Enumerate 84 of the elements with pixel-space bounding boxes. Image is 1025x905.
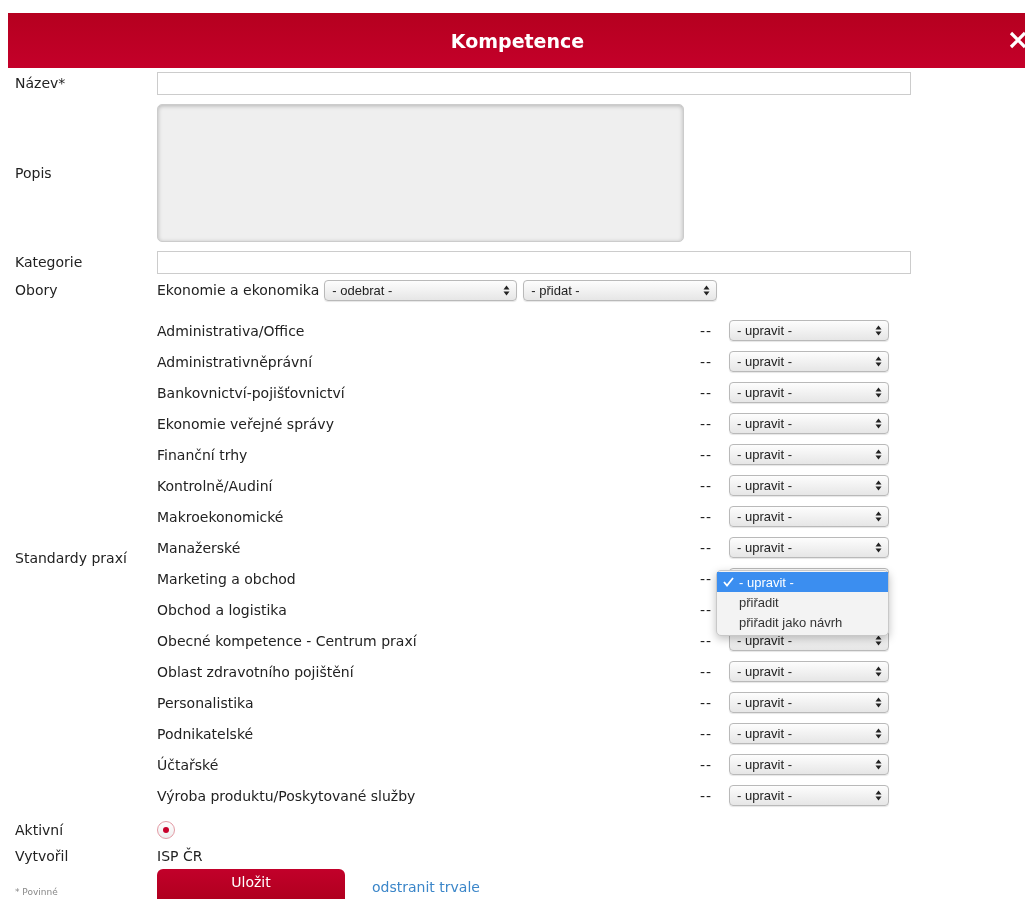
dropdown-arrows-icon bbox=[875, 418, 883, 429]
checkmark-icon bbox=[723, 577, 734, 587]
dropdown[interactable]: - upravit - bbox=[729, 723, 890, 744]
dropdown[interactable]: - upravit - bbox=[729, 661, 890, 682]
dash-text: -- bbox=[700, 601, 713, 618]
field-value: ISP ČR bbox=[157, 848, 203, 864]
standard-name: Obchod a logistika bbox=[157, 601, 288, 618]
dash-text: -- bbox=[700, 694, 713, 711]
field-label: Popis bbox=[15, 165, 52, 181]
field-label: Obory bbox=[15, 282, 58, 298]
dash-text: -- bbox=[700, 477, 713, 494]
dropdown[interactable]: - upravit - bbox=[729, 413, 890, 434]
dash-text: -- bbox=[700, 756, 713, 773]
save-button[interactable]: Uložit bbox=[157, 869, 345, 899]
field-label: Kategorie bbox=[15, 254, 83, 270]
dropdown-arrows-icon bbox=[875, 387, 883, 398]
delete-link[interactable]: odstranit trvale bbox=[372, 879, 480, 899]
dropdown[interactable]: - přidat - bbox=[523, 279, 718, 301]
dropdown-arrows-icon bbox=[875, 325, 883, 336]
standard-name: Bankovnictví-pojišťovnictví bbox=[157, 384, 346, 401]
field-label: Standardy praxí bbox=[15, 549, 127, 566]
standard-name: Administrativa/Office bbox=[157, 322, 306, 339]
dropdown[interactable]: - upravit - bbox=[729, 351, 890, 372]
dropdown[interactable]: - upravit - bbox=[729, 444, 890, 465]
dropdown-arrows-icon bbox=[875, 449, 883, 460]
dropdown[interactable]: - upravit - bbox=[729, 475, 890, 496]
dropdown-arrows-icon bbox=[503, 284, 511, 296]
standard-name: Ekonomie veřejné správy bbox=[157, 415, 335, 432]
standard-name: Makroekonomické bbox=[157, 508, 285, 525]
standard-name: Personalistika bbox=[157, 694, 255, 711]
field-value: Ekonomie a ekonomika bbox=[157, 282, 320, 298]
name-input[interactable] bbox=[157, 71, 911, 95]
dash-text: -- bbox=[700, 415, 713, 432]
field-label: Název* bbox=[15, 75, 66, 91]
field-label: Vytvořil bbox=[15, 848, 69, 864]
dropdown-arrows-icon bbox=[875, 790, 883, 801]
dash-text: -- bbox=[700, 539, 713, 556]
standard-name: Podnikatelské bbox=[157, 725, 255, 742]
dash-text: -- bbox=[700, 322, 713, 339]
dash-text: -- bbox=[700, 508, 713, 525]
dialog-title: Kompetence bbox=[450, 29, 585, 52]
dropdown[interactable]: - upravit - bbox=[729, 320, 890, 341]
standard-name: Účtařské bbox=[157, 756, 220, 773]
dropdown[interactable]: - upravit - bbox=[729, 506, 890, 527]
dropdown[interactable]: - upravit - bbox=[729, 754, 890, 775]
dash-text: -- bbox=[700, 725, 713, 742]
dropdown-arrows-icon bbox=[875, 697, 883, 708]
dropdown[interactable]: - odebrat - bbox=[324, 279, 518, 301]
dropdown-arrows-icon bbox=[875, 635, 883, 646]
dropdown-arrows-icon bbox=[875, 759, 883, 770]
close-icon[interactable] bbox=[1009, 31, 1025, 49]
dropdown-arrows-icon bbox=[875, 542, 883, 553]
dash-text: -- bbox=[700, 663, 713, 680]
category-input[interactable] bbox=[157, 250, 911, 274]
dash-text: -- bbox=[700, 384, 713, 401]
description-textarea[interactable] bbox=[157, 104, 684, 242]
menu-option[interactable]: přiřadit bbox=[717, 592, 888, 612]
standard-name: Manažerské bbox=[157, 539, 242, 556]
standard-name: Obecné kompetence - Centrum praxí bbox=[157, 632, 418, 649]
dropdown-arrows-icon bbox=[875, 511, 883, 522]
standard-name: Výroba produktu/Poskytované služby bbox=[157, 787, 417, 804]
dropdown-arrows-icon bbox=[875, 356, 883, 367]
dropdown[interactable]: - upravit - bbox=[729, 537, 890, 558]
dash-text: -- bbox=[700, 632, 713, 649]
dropdown-arrows-icon bbox=[703, 284, 711, 296]
dash-text: -- bbox=[700, 353, 713, 370]
standard-name: Kontrolně/Audiní bbox=[157, 477, 274, 494]
standard-name: Finanční trhy bbox=[157, 446, 249, 463]
required-note: * Povinné bbox=[15, 887, 58, 897]
dash-text: -- bbox=[700, 787, 713, 804]
dropdown[interactable]: - upravit - bbox=[729, 382, 890, 403]
field-label: Aktivní bbox=[15, 822, 64, 838]
dropdown[interactable]: - upravit - bbox=[729, 785, 890, 806]
dropdown[interactable]: - upravit - bbox=[729, 692, 890, 713]
standard-name: Oblast zdravotního pojištění bbox=[157, 663, 355, 680]
dash-text: -- bbox=[700, 446, 713, 463]
dropdown-arrows-icon bbox=[875, 728, 883, 739]
dropdown-arrows-icon bbox=[875, 666, 883, 677]
dash-text: -- bbox=[700, 570, 713, 587]
standard-name: Marketing a obchod bbox=[157, 570, 297, 587]
dropdown-arrows-icon bbox=[875, 480, 883, 491]
standard-name: Administrativněprávní bbox=[157, 353, 314, 370]
menu-option[interactable]: přiřadit jako návrh bbox=[717, 612, 888, 632]
active-radio[interactable] bbox=[157, 821, 175, 839]
